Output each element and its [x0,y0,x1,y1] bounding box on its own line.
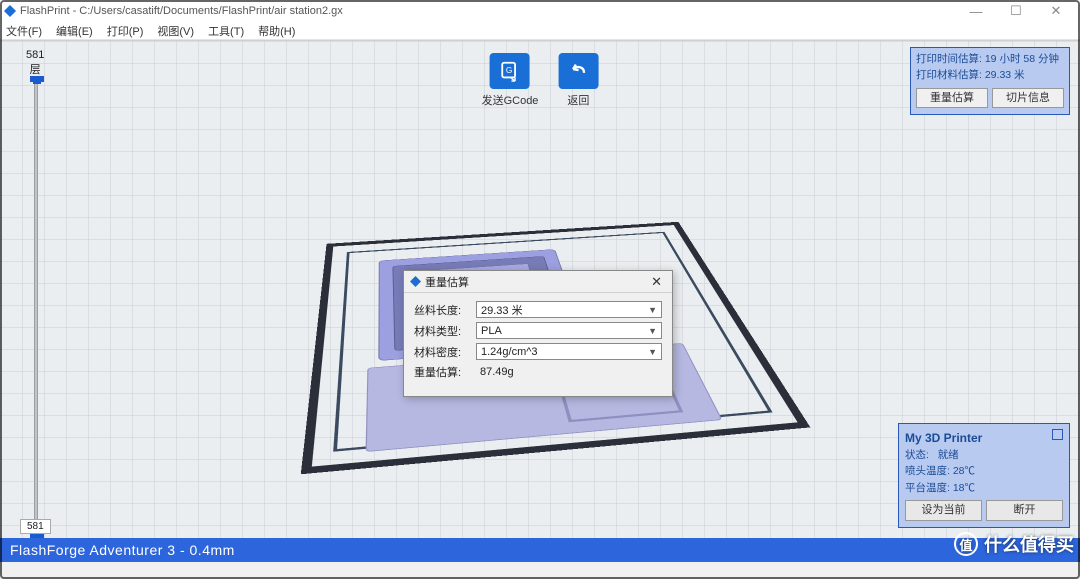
printer-status-value: 就绪 [938,449,959,461]
slider-thumb-top[interactable] [30,76,44,82]
chevron-down-icon: ▼ [648,305,657,315]
material-type-label: 材料类型: [414,323,476,339]
bed-temp-value: 18℃ [953,482,975,494]
back-button[interactable]: 返回 [558,53,598,108]
weight-estimate-button[interactable]: 重量估算 [916,88,988,109]
dialog-titlebar[interactable]: 重量估算 ✕ [404,271,672,293]
bed-temp-label: 平台温度: [905,482,950,494]
layer-bottom-value: 581 [20,519,51,534]
layer-slider[interactable] [34,77,38,538]
nozzle-temp-value: 28℃ [953,465,975,477]
dialog-close-button[interactable]: ✕ [647,274,666,290]
menu-edit[interactable]: 编辑(E) [56,23,93,39]
chevron-down-icon: ▼ [648,326,657,336]
printer-status-label: 状态: [905,449,929,461]
menu-bar: 文件(F) 编辑(E) 打印(P) 视图(V) 工具(T) 帮助(H) [0,22,1080,40]
dialog-title: 重量估算 [425,274,469,290]
svg-text:G: G [506,66,512,75]
filament-length-label: 丝料长度: [414,302,476,318]
estimate-time-value: 19 小时 58 分钟 [985,53,1059,65]
viewport-3d[interactable]: 581 层 581 G 发送GCode 返回 打印时间估算: 19 小时 58 … [0,40,1080,538]
density-dropdown[interactable]: 1.24g/cm^3 ▼ [476,343,662,360]
weight-label: 重量估算: [414,364,476,380]
window-controls: — ☐ ✕ [956,0,1076,22]
estimate-material-label: 打印材料估算: [916,69,982,81]
slice-info-button[interactable]: 切片信息 [992,88,1064,109]
app-logo-icon [4,5,16,17]
layer-top-value: 581 [26,49,44,61]
printer-name: My 3D Printer [905,429,982,448]
minimize-button[interactable]: — [956,0,996,22]
menu-tools[interactable]: 工具(T) [208,23,244,39]
slider-thumb-bottom[interactable] [30,534,44,538]
chevron-down-icon: ▼ [648,347,657,357]
layer-unit-label: 层 [26,61,44,77]
back-label: 返回 [567,92,589,108]
layer-indicator: 581 层 [26,49,44,77]
estimate-time-label: 打印时间估算: [916,53,982,65]
material-type-dropdown[interactable]: PLA ▼ [476,322,662,339]
menu-help[interactable]: 帮助(H) [258,23,295,39]
send-gcode-label: 发送GCode [482,92,539,108]
disconnect-button[interactable]: 断开 [986,500,1063,521]
filament-length-value: 29.33 米 [481,302,523,318]
filament-length-dropdown[interactable]: 29.33 米 ▼ [476,301,662,318]
printer-profile-text: FlashForge Adventurer 3 - 0.4mm [10,542,235,558]
estimate-material-row: 打印材料估算: 29.33 米 [916,68,1064,84]
weight-estimate-dialog: 重量估算 ✕ 丝料长度: 29.33 米 ▼ 材料类型: PLA ▼ 材料密度: [403,270,673,397]
top-toolbar: G 发送GCode 返回 [482,53,599,108]
estimate-material-value: 29.33 米 [985,69,1025,81]
estimate-time-row: 打印时间估算: 19 小时 58 分钟 [916,52,1064,68]
weight-value: 87.49g [476,366,662,378]
edit-printer-icon[interactable] [1052,429,1063,440]
menu-file[interactable]: 文件(F) [6,23,42,39]
density-label: 材料密度: [414,344,476,360]
close-button[interactable]: ✕ [1036,0,1076,22]
set-current-button[interactable]: 设为当前 [905,500,982,521]
window-title: FlashPrint - C:/Users/casatift/Documents… [20,5,343,17]
back-arrow-icon [558,53,598,89]
title-bar: FlashPrint - C:/Users/casatift/Documents… [0,0,1080,22]
menu-view[interactable]: 视图(V) [157,23,194,39]
send-gcode-button[interactable]: G 发送GCode [482,53,539,108]
gcode-icon: G [490,53,530,89]
estimate-panel: 打印时间估算: 19 小时 58 分钟 打印材料估算: 29.33 米 重量估算… [910,47,1070,115]
nozzle-temp-label: 喷头温度: [905,465,950,477]
maximize-button[interactable]: ☐ [996,0,1036,22]
dialog-logo-icon [410,276,421,287]
menu-print[interactable]: 打印(P) [107,23,144,39]
material-type-value: PLA [481,325,502,337]
density-value: 1.24g/cm^3 [481,346,538,358]
status-bar: FlashForge Adventurer 3 - 0.4mm [0,538,1080,562]
printer-panel: My 3D Printer 状态: 就绪 喷头温度: 28℃ 平台温度: 18℃… [898,423,1070,528]
